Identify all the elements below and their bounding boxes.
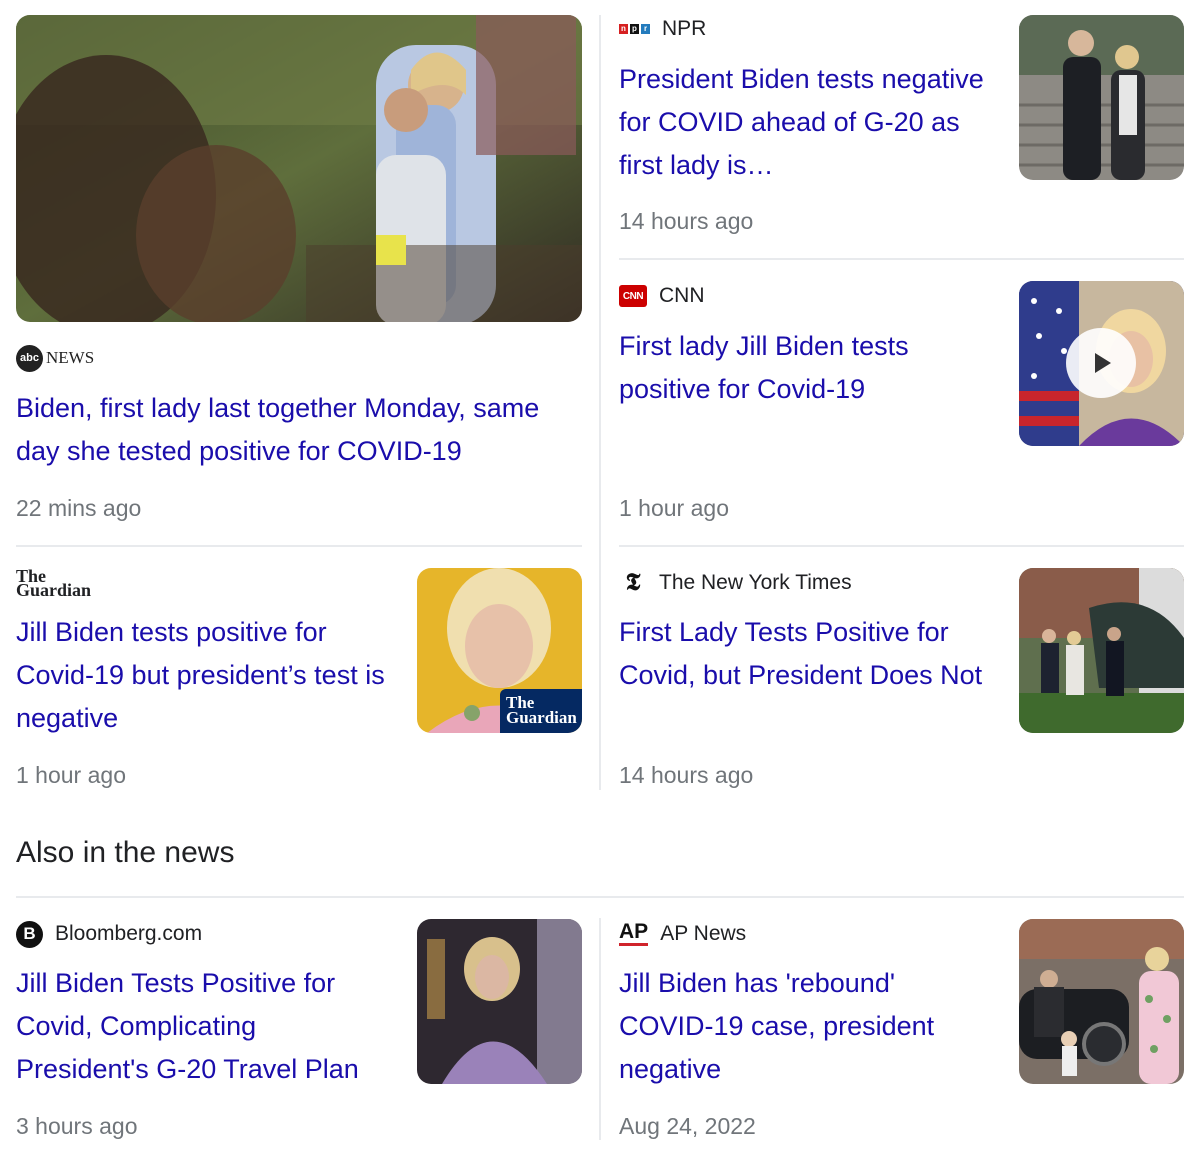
helicopter-lawn-photo[interactable] [1019, 568, 1184, 733]
timestamp: 22 mins ago [16, 495, 142, 521]
row-divider-left [16, 545, 582, 547]
play-icon [1095, 353, 1111, 373]
bloomberg-logo: B [16, 920, 43, 948]
headline-link[interactable]: Jill Biden has 'rebound' COVID-19 case, … [619, 962, 989, 1091]
jill-biden-portrait-photo[interactable]: The Guardian [417, 568, 582, 733]
source-row: AP AP News [619, 919, 746, 949]
source-row: 𝕿 The New York Times [619, 568, 852, 598]
timestamp: 14 hours ago [619, 208, 754, 234]
source-name: Bloomberg.com [55, 922, 203, 945]
biden-car-child-photo[interactable] [1019, 919, 1184, 1084]
crowd-handshake-photo[interactable] [16, 15, 582, 322]
source-name: AP News [660, 922, 747, 945]
timestamp: 1 hour ago [16, 762, 126, 788]
section-title: Also in the news [16, 836, 235, 869]
nyt-logo: 𝕿 [625, 569, 641, 596]
timestamp: 3 hours ago [16, 1113, 138, 1139]
abc-news-logo: abc NEWS [16, 344, 94, 372]
headline-link[interactable]: First lady Jill Biden tests positive for… [619, 325, 989, 411]
source-row: CNN CNN [619, 281, 705, 311]
column-divider-top [599, 15, 601, 790]
guardian-logo: The Guardian [16, 566, 92, 600]
section-divider [16, 896, 1184, 898]
source-name: CNN [659, 284, 705, 307]
source-row: The Guardian [16, 566, 111, 600]
play-button[interactable] [1066, 328, 1136, 398]
timestamp: Aug 24, 2022 [619, 1113, 756, 1139]
jill-biden-purple-photo[interactable] [417, 919, 582, 1084]
headline-link[interactable]: Jill Biden Tests Positive for Covid, Com… [16, 962, 396, 1091]
ap-logo: AP [619, 921, 649, 946]
npr-logo: npr [619, 24, 650, 34]
headline-link[interactable]: Biden, first lady last together Monday, … [16, 387, 582, 473]
source-row: npr NPR [619, 14, 706, 44]
source-row: B Bloomberg.com [16, 919, 202, 949]
column-divider-bottom [599, 918, 601, 1140]
cnn-logo: CNN [619, 285, 647, 307]
row-divider-right-2 [619, 545, 1184, 547]
source-name: NPR [662, 17, 707, 40]
source-name: The New York Times [659, 571, 852, 594]
guardian-overlay: The Guardian [500, 689, 582, 733]
headline-link[interactable]: President Biden tests negative for COVID… [619, 58, 989, 187]
headline-link[interactable]: First Lady Tests Positive for Covid, but… [619, 611, 989, 697]
headline-link[interactable]: Jill Biden tests positive for Covid-19 b… [16, 611, 386, 740]
biden-couple-stairs-photo[interactable] [1019, 15, 1184, 180]
timestamp: 14 hours ago [619, 762, 754, 788]
timestamp: 1 hour ago [619, 495, 729, 521]
row-divider-right-1 [619, 258, 1184, 260]
source-row: abc NEWS [16, 343, 94, 373]
jill-biden-flag-video-thumbnail[interactable] [1019, 281, 1184, 446]
